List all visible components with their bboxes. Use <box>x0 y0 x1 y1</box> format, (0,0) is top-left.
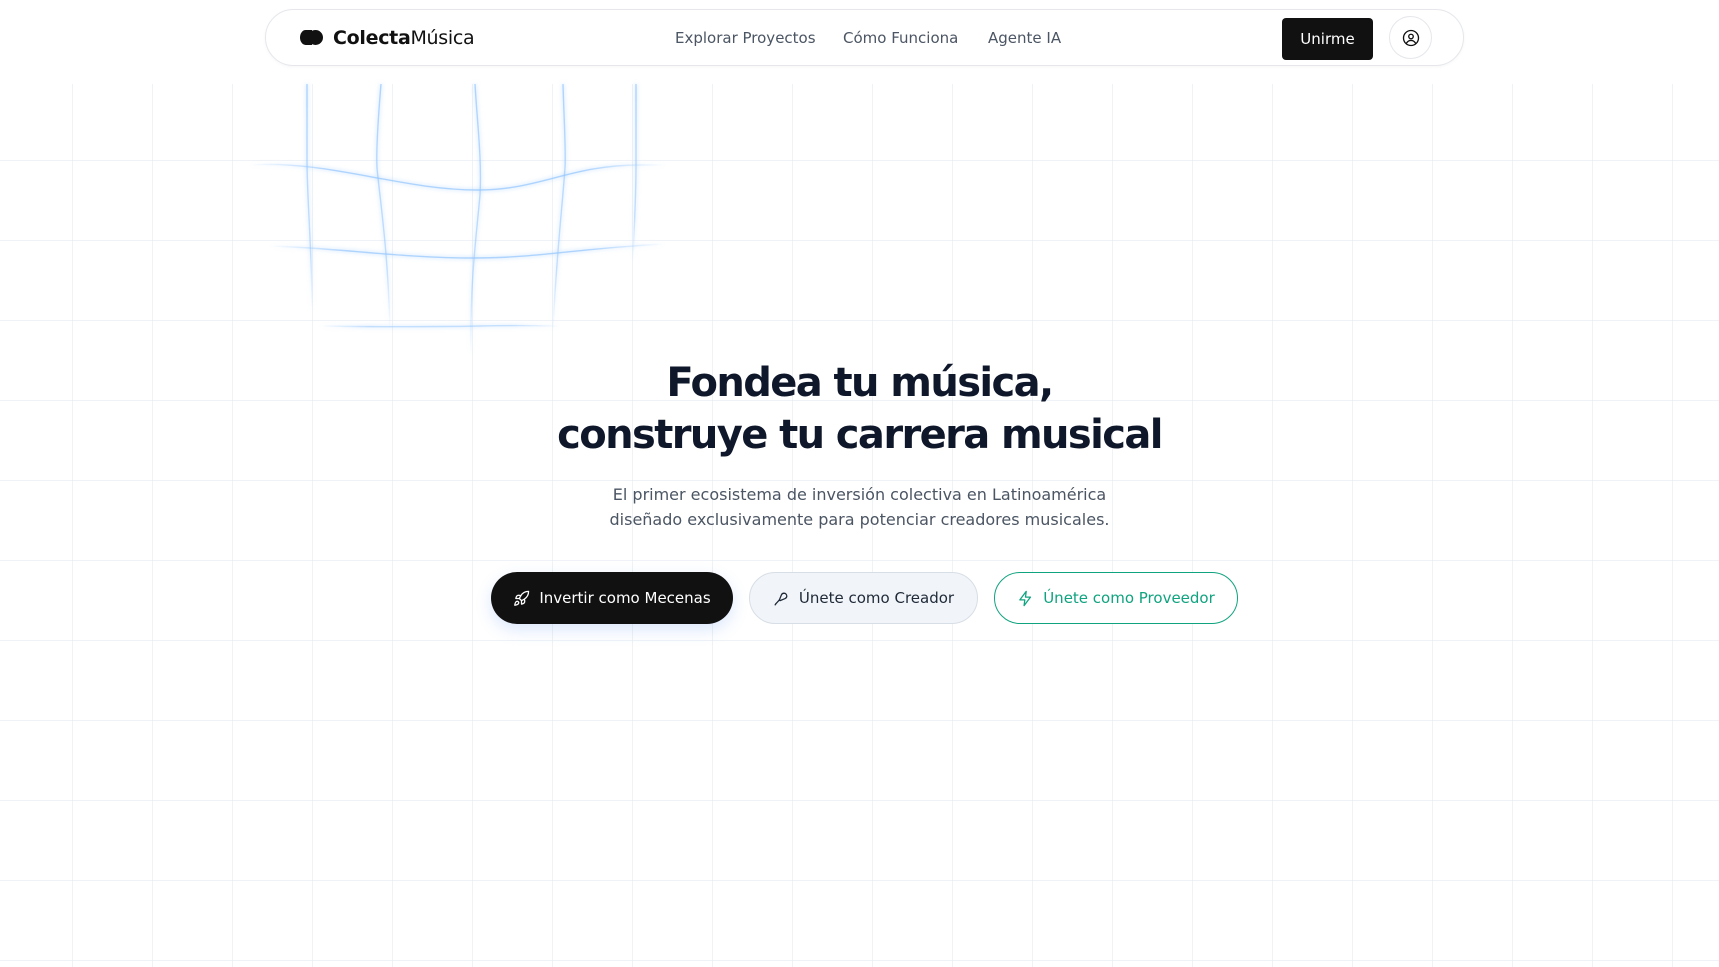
lightning-icon <box>1019 590 1032 606</box>
join-as-creator-label: Únete como Creador <box>798 589 955 607</box>
invest-as-patron-label: Invertir como Mecenas <box>539 589 711 607</box>
nav-como-funciona[interactable]: Cómo Funciona <box>843 29 958 47</box>
nav-agente-ia[interactable]: Agente IA <box>988 29 1061 47</box>
microphone-icon <box>774 592 788 606</box>
join-as-creator-button[interactable]: Únete como Creador <box>749 572 978 624</box>
page: ColectaMúsica Explorar Proyectos Cómo Fu… <box>0 0 1719 967</box>
hero-title: Fondea tu música, construye tu carrera m… <box>0 357 1719 461</box>
navbar: ColectaMúsica Explorar Proyectos Cómo Fu… <box>265 9 1464 66</box>
join-button[interactable]: Unirme <box>1282 18 1373 60</box>
hero-title-line-2: construye tu carrera musical <box>557 412 1163 458</box>
hero-title-line-1: Fondea tu música, <box>666 360 1054 406</box>
hero-subtitle-line-1: El primer ecosistema de inversión colect… <box>612 485 1107 504</box>
hero-subtitle: El primer ecosistema de inversión colect… <box>0 482 1719 532</box>
hero-subtitle-line-2: diseñado exclusivamente para potenciar c… <box>609 510 1110 529</box>
user-account-button[interactable] <box>1389 16 1432 59</box>
invest-as-patron-button[interactable]: Invertir como Mecenas <box>491 572 733 624</box>
nav-explorar-proyectos[interactable]: Explorar Proyectos <box>675 29 816 47</box>
rocket-icon <box>514 590 530 606</box>
user-circle-icon <box>1402 29 1419 46</box>
join-as-provider-label: Únete como Proveedor <box>1043 589 1215 607</box>
join-as-provider-button[interactable]: Únete como Proveedor <box>994 572 1238 624</box>
